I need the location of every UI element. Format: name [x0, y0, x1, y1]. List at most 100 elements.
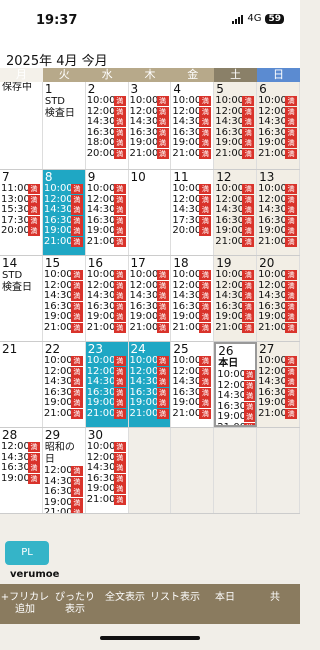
time-slot[interactable]: 14:30 満 — [43, 291, 85, 302]
day-cell[interactable] — [257, 428, 300, 513]
add-furicale-button[interactable]: +フリカレ 追加 — [0, 584, 50, 624]
day-cell[interactable]: 19 10:00 満 12:00 満 14:30 満 16:30 満 19:00 満 21:00 満 — [214, 256, 258, 341]
time-slot[interactable]: 19:00 満 — [43, 312, 85, 323]
time-slot[interactable]: 21:00満 — [214, 148, 256, 160]
time-slot[interactable]: 10:00 満 — [43, 356, 85, 367]
time-slot[interactable]: 21:00満 — [216, 422, 256, 425]
time-slot[interactable]: 10:00 満 — [43, 184, 85, 195]
time-slot[interactable]: 10:00 満 — [43, 270, 85, 281]
time-slot[interactable]: 19:00 満 — [257, 312, 299, 323]
time-slot[interactable]: 14:30 満 — [214, 205, 256, 216]
time-slot[interactable]: 10:00 満 — [214, 96, 256, 107]
day-cell[interactable]: 25 10:00 満 12:00 満 14:30 満 16:30 満 19:00 満 21:00 満 — [171, 342, 215, 427]
time-slot[interactable]: 19:00 満 — [129, 312, 171, 323]
fit-view-button[interactable]: ぴったり 表示 — [50, 584, 100, 624]
time-slot[interactable]: 21:00満 — [257, 236, 299, 248]
day-cell[interactable]: 13 10:00 満 12:00 満 14:30 満 16:30 満 19:00 満 21:00 満 — [257, 170, 300, 255]
time-slot[interactable]: 10:00 満 — [171, 356, 213, 367]
time-slot[interactable]: 10:00 満 — [171, 184, 213, 195]
day-cell[interactable]: 保存中 — [0, 82, 43, 169]
time-slot[interactable]: 19:00 満 — [86, 398, 128, 409]
time-slot[interactable]: 19:00 満 — [257, 138, 299, 149]
time-slot[interactable]: 11:00 満 — [0, 184, 42, 195]
time-slot[interactable]: 14:30 満 — [214, 291, 256, 302]
time-slot[interactable]: 14:30 満 — [257, 377, 299, 388]
time-slot[interactable]: 10:00 満 — [257, 356, 299, 367]
time-slot[interactable]: 10:00 満 — [129, 270, 171, 281]
time-slot[interactable]: 10:00 満 — [257, 184, 299, 195]
time-slot[interactable]: 19:00 満 — [216, 412, 256, 423]
time-slot[interactable]: 21:00満 — [86, 408, 128, 420]
time-slot[interactable]: 14:30 満 — [86, 205, 128, 216]
time-slot[interactable]: 19:00 満 — [214, 226, 256, 237]
list-view-button[interactable]: リスト表示 — [150, 584, 200, 624]
time-slot[interactable]: 21:00満 — [171, 408, 213, 420]
day-cell[interactable]: 17 10:00 満 12:00 満 14:30 満 16:30 満 19:00 満 21:00 満 — [128, 256, 172, 341]
day-cell[interactable]: 3 10:00 満 12:00 満 14:30 満 16:30 満 19:00 満 21:00 満 — [128, 82, 172, 169]
time-slot[interactable]: 21:00満 — [129, 322, 171, 334]
time-slot[interactable]: 10:00 満 — [171, 270, 213, 281]
time-slot[interactable]: 21:00満 — [43, 408, 85, 420]
time-slot[interactable]: 19:00 満 — [0, 473, 42, 485]
time-slot[interactable]: 14:30 満 — [86, 377, 128, 388]
day-cell[interactable]: 8 10:00 満 12:00 満 14:30 満 16:30 満 19:00 満 21:00 満 — [42, 170, 86, 255]
time-slot[interactable]: 21:00満 — [214, 236, 256, 248]
time-slot[interactable]: 19:00 満 — [257, 226, 299, 237]
time-slot[interactable]: 14:30 満 — [129, 377, 171, 388]
share-button[interactable]: 共 — [250, 584, 300, 624]
time-slot[interactable]: 10:00 満 — [86, 270, 128, 281]
day-cell[interactable]: 20 10:00 満 12:00 満 14:30 満 16:30 満 19:00 満 21:00 満 — [257, 256, 300, 341]
time-slot[interactable]: 21:00満 — [171, 322, 213, 334]
time-slot[interactable]: 19:00 満 — [43, 226, 85, 237]
day-cell[interactable]: 10 — [128, 170, 172, 255]
time-slot[interactable]: 14:30 満 — [214, 117, 256, 128]
time-slot[interactable]: 21:00満 — [257, 148, 299, 160]
time-slot[interactable]: 21:00満 — [129, 408, 171, 420]
time-slot[interactable]: 10:00 満 — [86, 184, 128, 195]
time-slot[interactable]: 14:30 満 — [129, 291, 171, 302]
time-slot[interactable]: 19:00 満 — [43, 398, 85, 409]
time-slot[interactable]: 10:00 満 — [257, 96, 299, 107]
full-text-button[interactable]: 全文表示 — [100, 584, 150, 624]
time-slot[interactable]: 10:00 満 — [214, 270, 256, 281]
day-cell[interactable]: 2 10:00 満 12:00 満 14:30 満 16:30 満 18:00 満 20:00 満 — [85, 82, 129, 169]
day-cell[interactable]: 15 10:00 満 12:00 満 14:30 満 16:30 満 19:00 満 21:00 満 — [42, 256, 86, 341]
time-slot[interactable]: 19:00 満 — [86, 484, 128, 495]
time-slot[interactable]: 14:30 満 — [257, 205, 299, 216]
time-slot[interactable]: 14:30 満 — [129, 117, 171, 128]
time-slot[interactable]: 14:30 満 — [257, 291, 299, 302]
day-cell[interactable]: 5 10:00 満 12:00 満 14:30 満 16:30 満 19:00 満 21:00 満 — [214, 82, 258, 169]
time-slot[interactable]: 21:00満 — [43, 322, 85, 334]
day-cell[interactable]: 11 10:00 満 12:00 満 14:30 満 17:30 満 20:00 満 — [171, 170, 215, 255]
time-slot[interactable]: 10:00 満 — [86, 356, 128, 367]
day-cell[interactable]: 26本日10:00満12:00満14:30満16:30満19:00満21:00満 — [214, 342, 258, 427]
day-cell[interactable] — [171, 428, 215, 513]
pl-button[interactable]: PL — [5, 541, 49, 565]
day-cell[interactable]: 4 10:00 満 12:00 満 14:30 満 16:30 満 19:00 満 21:00 満 — [171, 82, 215, 169]
day-cell[interactable]: 27 10:00 満 12:00 満 14:30 満 16:30 満 19:00 満 21:00 満 — [257, 342, 300, 427]
time-slot[interactable]: 12:00 満 — [0, 442, 42, 453]
time-slot[interactable]: 14:30 満 — [171, 117, 213, 128]
time-slot[interactable]: 10:00 満 — [257, 270, 299, 281]
time-slot[interactable]: 21:00満 — [257, 322, 299, 334]
time-slot[interactable]: 21:00満 — [86, 236, 128, 248]
day-cell[interactable]: 1 STD 検査日 — [42, 82, 86, 169]
time-slot[interactable]: 20:00 満 — [0, 226, 42, 237]
time-slot[interactable]: 20:00 満 — [171, 226, 213, 237]
day-cell[interactable]: 28 12:00 満 14:30 満 16:30 満 19:00 満 — [0, 428, 43, 513]
time-slot[interactable]: 21:00満 — [86, 494, 128, 506]
time-slot[interactable]: 14:30 満 — [86, 291, 128, 302]
time-slot[interactable]: 10:00 満 — [86, 442, 128, 453]
time-slot[interactable]: 21:00満 — [171, 148, 213, 160]
day-cell[interactable]: 9 10:00 満 12:00 満 14:30 満 16:30 満 19:00 満 21:00 満 — [85, 170, 129, 255]
day-cell[interactable]: 21 — [0, 342, 43, 427]
time-slot[interactable]: 14:30 満 — [257, 117, 299, 128]
time-slot[interactable]: 14:30 満 — [171, 291, 213, 302]
time-slot[interactable]: 15:30 満 — [0, 205, 42, 216]
time-slot[interactable]: 21:00満 — [214, 322, 256, 334]
day-cell[interactable]: 24 10:00 満 12:00 満 14:30 満 16:30 満 19:00 満 21:00 満 — [128, 342, 172, 427]
time-slot[interactable]: 14:30 満 — [86, 463, 128, 474]
time-slot[interactable]: 19:00 満 — [86, 226, 128, 237]
time-slot[interactable]: 21:00満 — [129, 148, 171, 160]
time-slot[interactable]: 10:00 満 — [214, 184, 256, 195]
